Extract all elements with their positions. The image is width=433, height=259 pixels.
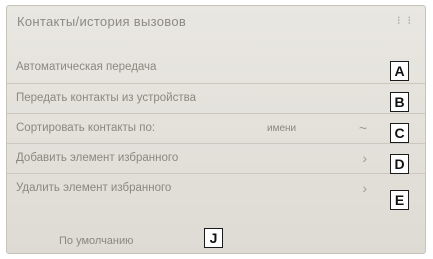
callout-badge-a: A	[390, 61, 409, 81]
setting-value: имени	[267, 123, 297, 134]
settings-list: Автоматическая передача Передать контакт…	[7, 53, 425, 203]
setting-add-favorite[interactable]: Добавить элемент избранного ›	[7, 143, 425, 173]
callout-badge-j: J	[204, 228, 223, 248]
dash-icon: ~	[358, 120, 367, 136]
setting-delete-favorite[interactable]: Удалить элемент избранного ›	[7, 173, 425, 203]
setting-label: Сортировать контакты по:	[16, 122, 156, 134]
setting-label: Удалить элемент избранного	[16, 182, 172, 194]
status-icon: ⁝	[407, 15, 412, 27]
setting-sort-contacts[interactable]: Сортировать контакты по: имени ~	[7, 113, 425, 143]
setting-label: Добавить элемент избранного	[16, 152, 179, 164]
default-button[interactable]: По умолчанию	[33, 227, 213, 253]
setting-label: Передать контакты из устройства	[16, 92, 196, 104]
callout-badge-b: B	[390, 92, 409, 112]
settings-screen: Контакты/история вызовов ⁝ ⁝ Автоматичес…	[6, 5, 426, 254]
default-button-label: По умолчанию	[59, 235, 134, 247]
status-area: ⁝ ⁝	[393, 14, 411, 27]
callout-badge-c: C	[390, 123, 409, 143]
setting-auto-transfer[interactable]: Автоматическая передача	[7, 53, 425, 83]
setting-label: Автоматическая передача	[16, 61, 157, 73]
status-icon: ⁝	[396, 15, 401, 27]
callout-badge-d: D	[390, 154, 409, 174]
chevron-right-icon: ›	[362, 180, 367, 196]
callout-badge-e: E	[390, 190, 409, 210]
setting-transfer-contacts[interactable]: Передать контакты из устройства	[7, 83, 425, 113]
screen-title: Контакты/история вызовов	[17, 14, 187, 29]
chevron-right-icon: ›	[362, 150, 367, 166]
